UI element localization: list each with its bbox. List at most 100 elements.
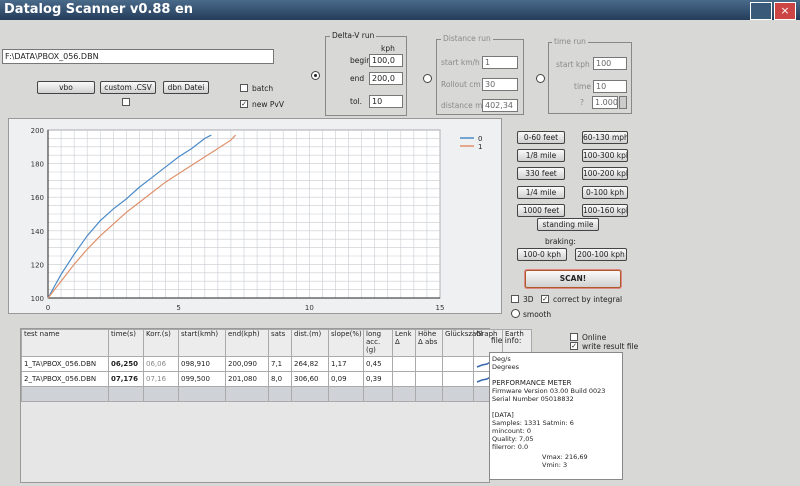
info-line: Quality: 7,05 (492, 435, 534, 443)
table-cell (415, 371, 443, 387)
column-header[interactable]: Glückszahl (442, 329, 483, 357)
column-header[interactable]: Korr.(s) (143, 329, 179, 357)
table-cell: 201,080 (225, 371, 269, 387)
table-cell: 098,910 (178, 356, 226, 372)
tol-field[interactable]: 10 (369, 95, 403, 108)
custom-csv-button[interactable]: custom .CSV (100, 81, 156, 94)
batch-label: batch (252, 84, 274, 93)
start-kph-field[interactable]: 100 (593, 57, 627, 70)
write-result-checkbox[interactable]: ✓ (570, 342, 578, 350)
table-row-empty (21, 386, 532, 402)
chart-legend: 01 (460, 135, 482, 151)
table-cell: 07,176 (108, 371, 144, 387)
column-header[interactable]: start(kmh) (178, 329, 226, 357)
file-info-label: file info: (491, 336, 522, 345)
x-tick-label: 5 (176, 304, 180, 312)
vbo-button[interactable]: vbo (37, 81, 95, 94)
column-header[interactable]: dist.(m) (291, 329, 329, 357)
batch-checkbox[interactable] (240, 84, 248, 92)
distance-field[interactable]: 402,34 (482, 99, 518, 112)
preset-button-right-2[interactable]: 100-200 kph (582, 167, 628, 181)
end-label: end (350, 74, 365, 83)
preset-button-right-1[interactable]: 100-300 kph (582, 149, 628, 163)
file-info-box: Deg/s Degrees PERFORMANCE METER Firmware V… (489, 352, 623, 480)
preset-button-left-2[interactable]: 330 feet (517, 167, 565, 181)
preset-button-right-3[interactable]: 0-100 kph (582, 185, 628, 199)
preset-button-left-1[interactable]: 1/8 mile (517, 149, 565, 163)
table-cell (392, 356, 416, 372)
file-info-lines: Deg/s Degrees PERFORMANCE METER Firmware V… (492, 355, 620, 451)
table-cell: 06,250 (108, 356, 144, 372)
begin-label: begin (350, 56, 371, 65)
y-tick-label: 160 (31, 194, 44, 202)
table-cell (392, 371, 416, 387)
column-header[interactable]: Höhe Δ abs (415, 329, 443, 357)
distance-label: distance m (441, 101, 483, 110)
table-cell: 1_TA\PBOX_056.DBN (21, 356, 109, 372)
dbn-datei-button[interactable]: dbn Datei (163, 81, 209, 94)
table-cell: 264,82 (291, 356, 329, 372)
scan-button[interactable]: SCAN! (525, 270, 621, 288)
correct-by-integral-checkbox[interactable]: ✓ (541, 295, 549, 303)
table-cell: 200,090 (225, 356, 269, 372)
end-field[interactable]: 200,0 (369, 72, 403, 85)
online-checkbox[interactable] (570, 333, 578, 341)
column-header[interactable]: time(s) (108, 329, 144, 357)
delta-v-unit: kph (381, 44, 395, 53)
write-result-label: write result file (582, 342, 639, 351)
column-header[interactable]: test name (21, 329, 109, 357)
time-field[interactable]: 10 (593, 80, 627, 93)
preset-button-right-0[interactable]: 60-130 mph (582, 131, 628, 144)
smooth-radio[interactable] (511, 309, 520, 318)
info-line (492, 403, 620, 411)
minimize-button[interactable] (750, 2, 772, 20)
distance-run-radio[interactable] (423, 74, 432, 83)
start-kmh-field[interactable]: 1 (482, 56, 518, 69)
time-run-title: time run (552, 37, 588, 46)
braking-button-200-100[interactable]: 200-100 kph (575, 248, 627, 261)
time-run-radio[interactable] (536, 74, 545, 83)
close-button[interactable]: × (774, 2, 796, 20)
y-tick-label: 100 (31, 295, 44, 303)
info-line: Firmware Version 03.00 Build 0023 (492, 387, 606, 395)
column-header[interactable]: end(kph) (225, 329, 269, 357)
file-path-field[interactable]: F:\DATA\PBOX_056.DBN (2, 49, 274, 64)
window-title: Datalog Scanner v0.88 en (4, 2, 194, 17)
table-row[interactable]: 2_TA\PBOX_056.DBN 07,176 07,16 099,500 201,0… (21, 371, 532, 387)
spinner-button[interactable] (619, 96, 627, 109)
delta-v-radio[interactable] (311, 71, 320, 80)
info-line: mincount: 0 (492, 427, 531, 435)
y-tick-label: 120 (31, 261, 44, 269)
info-line: PERFORMANCE METER (492, 379, 572, 387)
column-header[interactable]: sats (268, 329, 292, 357)
q-label: ? (580, 98, 584, 107)
table-cell: 0,45 (363, 356, 393, 372)
braking-button-100-0[interactable]: 100-0 kph (517, 248, 567, 261)
csv-checkbox[interactable] (122, 98, 130, 106)
correct-by-integral-label: correct by integral (553, 295, 623, 304)
info-line: Deg/s (492, 355, 511, 363)
x-tick-label: 15 (436, 304, 445, 312)
preset-button-right-4[interactable]: 100-160 kph (582, 203, 628, 217)
braking-label: braking: (545, 237, 576, 246)
new-pw-checkbox[interactable]: ✓ (240, 100, 248, 108)
rollout-label: Rollout cm (441, 80, 481, 89)
preset-button-left-3[interactable]: 1/4 mile (517, 185, 565, 199)
column-header[interactable]: slope(%) (328, 329, 364, 357)
info-line: filerror: 0.0 (492, 443, 529, 451)
rollout-field[interactable]: 30 (482, 78, 518, 91)
column-header[interactable]: long acc.(g) (363, 329, 393, 357)
column-header[interactable]: Lenk Δ (392, 329, 416, 357)
standing-mile-button[interactable]: standing mile (537, 218, 599, 231)
table-cell: 099,500 (178, 371, 226, 387)
delta-v-title: Delta-V run (330, 31, 377, 40)
q-field[interactable]: 1.000 (592, 96, 618, 109)
new-pw-label: new PvV (252, 100, 284, 109)
table-cell (442, 356, 474, 372)
preset-button-left-4[interactable]: 1000 feet (517, 203, 565, 217)
begin-field[interactable]: 100,0 (369, 54, 403, 67)
table-cell: 8,0 (268, 371, 292, 387)
table-row[interactable]: 1_TA\PBOX_056.DBN 06,250 06,06 098,910 200,0… (21, 356, 532, 372)
3d-checkbox[interactable] (511, 295, 519, 303)
preset-button-left-0[interactable]: 0-60 feet (517, 131, 565, 144)
